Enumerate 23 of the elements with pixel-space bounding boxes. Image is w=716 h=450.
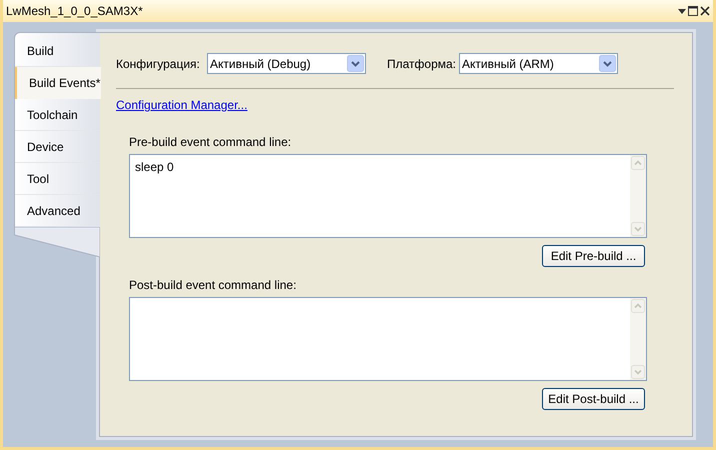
close-icon[interactable] [700, 6, 710, 16]
pre-build-edit-button[interactable]: Edit Pre-build ... [542, 245, 645, 267]
pre-build-command-field[interactable]: sleep 0 [129, 154, 647, 238]
scroll-down-icon[interactable] [631, 365, 645, 379]
window-title: LwMesh_1_0_0_SAM3X* [6, 3, 143, 20]
pre-build-label: Pre-build event command line: [129, 134, 292, 151]
scroll-down-icon[interactable] [631, 222, 645, 236]
configuration-manager-link[interactable]: Configuration Manager... [116, 96, 248, 114]
tab[interactable]: Build Events* [15, 67, 101, 99]
command-text: sleep 0 [135, 160, 174, 174]
configuration-label: Конфигурация: [116, 56, 201, 72]
maximize-icon[interactable] [688, 6, 698, 16]
platform-label: Платформа: [387, 56, 458, 72]
scrollbar[interactable] [630, 298, 646, 380]
post-build-command-field[interactable] [129, 297, 647, 381]
scrollbar[interactable] [630, 155, 646, 237]
post-build-label: Post-build event command line: [129, 277, 298, 294]
scroll-up-icon[interactable] [631, 156, 645, 170]
dropdown-icon[interactable] [678, 8, 686, 14]
platform-dropdown[interactable]: Активный (ARM) [459, 53, 618, 74]
scroll-up-icon[interactable] [631, 299, 645, 313]
configuration-dropdown[interactable]: Активный (Debug) [207, 53, 366, 74]
post-build-edit-button[interactable]: Edit Post-build ... [542, 388, 645, 410]
